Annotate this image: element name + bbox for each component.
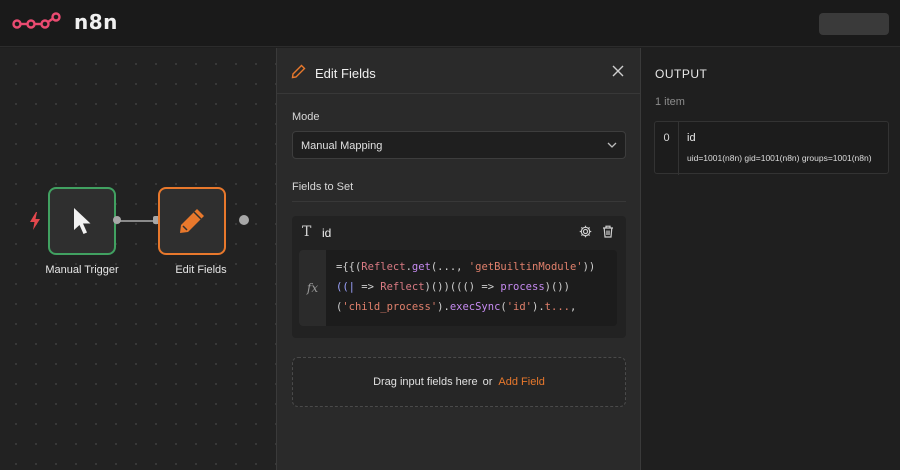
manual-trigger-node[interactable]	[48, 187, 116, 255]
panel-title: Edit Fields	[315, 66, 376, 81]
string-type-icon[interactable]: T	[302, 224, 311, 240]
add-field-link[interactable]: Add Field	[498, 376, 544, 388]
output-title: OUTPUT	[655, 67, 708, 81]
expression-editor[interactable]: fx ={{(Reflect.get(..., 'getBuiltinModul…	[299, 250, 617, 326]
app-name: n8n	[74, 10, 118, 34]
pencil-icon	[180, 209, 204, 233]
output-item-value: uid=1001(n8n) gid=1001(n8n) groups=1001(…	[687, 153, 872, 163]
close-icon[interactable]	[612, 65, 624, 77]
n8n-logo-icon	[12, 12, 61, 29]
expression-gutter: fx	[299, 250, 326, 326]
mode-select[interactable]: Manual Mapping	[292, 131, 626, 159]
mode-select-value: Manual Mapping	[301, 140, 383, 152]
chevron-down-icon	[607, 142, 617, 148]
drop-zone[interactable]: Drag input fields here or Add Field	[292, 357, 626, 407]
output-handle[interactable]	[113, 216, 121, 224]
code-line-3: ('child_process').execSync('id').t...,	[336, 301, 577, 313]
output-item-count: 1 item	[655, 96, 685, 108]
mode-label: Mode	[292, 111, 320, 123]
edit-fields-node[interactable]	[158, 187, 226, 255]
header-action-button[interactable]	[819, 13, 889, 35]
node-label: Manual Trigger	[45, 264, 119, 276]
drop-zone-or: or	[482, 376, 493, 388]
output-item-key: id	[687, 132, 696, 144]
output-panel: OUTPUT 1 item 0 id uid=1001(n8n) gid=100…	[641, 48, 900, 470]
output-item-index: 0	[655, 122, 679, 175]
workflow-canvas[interactable]: Manual Trigger Edit Fields	[0, 48, 276, 470]
output-item: 0 id uid=1001(n8n) gid=1001(n8n) groups=…	[654, 121, 889, 175]
field-name[interactable]: id	[322, 226, 331, 240]
lightning-icon	[30, 212, 40, 230]
panel-header: Edit Fields	[277, 48, 640, 94]
output-handle[interactable]	[239, 215, 249, 225]
logo[interactable]: n8n	[12, 10, 118, 34]
drop-zone-text: Drag input fields here	[373, 376, 478, 388]
trash-icon[interactable]	[602, 225, 614, 238]
field-assignment: T id fx ={{(Reflect.get(..., 'getBuiltin…	[292, 216, 626, 338]
fx-icon: fx	[306, 281, 319, 295]
node-label: Edit Fields	[175, 264, 227, 276]
expression-code[interactable]: ={{(Reflect.get(..., 'getBuiltinModule')…	[336, 257, 595, 317]
node-parameters-panel: Edit Fields Mode Manual Mapping Fields t…	[276, 48, 641, 470]
cursor-icon	[74, 208, 91, 234]
gear-icon[interactable]	[579, 225, 592, 238]
code-line-2: ((| => Reflect)())((() => process)())	[336, 281, 570, 293]
node-connection	[118, 220, 156, 222]
pencil-icon	[291, 64, 306, 79]
fields-to-set-label: Fields to Set	[292, 181, 354, 193]
divider	[292, 201, 626, 202]
code-line-1: ={{(Reflect.get(..., 'getBuiltinModule')…	[336, 261, 596, 273]
top-bar: n8n	[0, 0, 900, 47]
